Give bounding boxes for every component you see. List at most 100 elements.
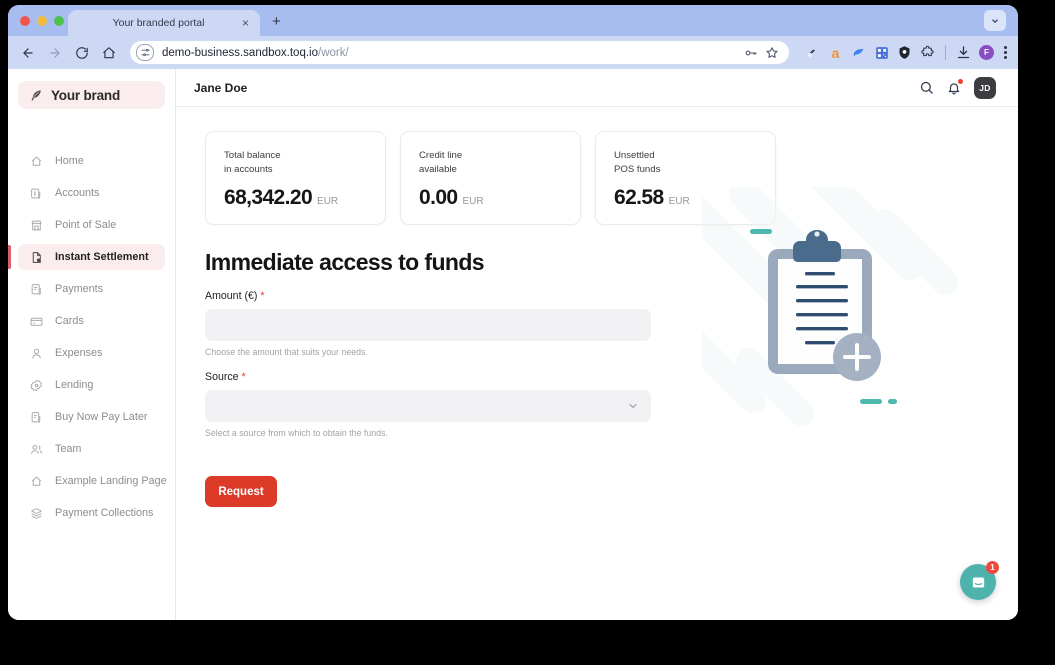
stat-card-unsettled-pos-funds: Unsettled POS funds 62.58 EUR — [595, 131, 776, 225]
store-icon — [30, 218, 44, 232]
browser-tab[interactable]: Your branded portal × — [68, 10, 260, 36]
stat-card-label: Total balance in accounts — [224, 149, 385, 177]
sidebar-item-lending[interactable]: Lending — [18, 372, 165, 398]
sidebar-nav: Home Accounts Point of Sale Instant Sett… — [8, 148, 175, 526]
browser-window: Your branded portal × + demo-business.sa… — [8, 5, 1018, 620]
bnpl-icon — [30, 410, 44, 424]
stat-card-label: Credit line available — [419, 149, 580, 177]
browser-profile-button[interactable]: F — [978, 44, 995, 61]
sidebar-item-expenses[interactable]: Expenses — [18, 340, 165, 366]
sidebar-item-cards[interactable]: Cards — [18, 308, 165, 334]
source-select[interactable] — [205, 390, 651, 422]
home-button[interactable] — [97, 41, 120, 64]
request-button[interactable]: Request — [205, 476, 277, 507]
person-icon — [30, 346, 44, 360]
browser-tab-title: Your branded portal — [112, 17, 205, 29]
stat-card-value: 62.58 — [614, 185, 664, 209]
source-field-group: Source * Select a source from which to o… — [205, 371, 1018, 438]
required-mark: * — [260, 290, 265, 302]
star-icon — [765, 46, 778, 58]
close-window-button[interactable] — [20, 16, 30, 26]
new-tab-button[interactable]: + — [272, 14, 281, 29]
puzzle-icon — [921, 45, 934, 57]
amount-label-text: Amount (€) — [205, 290, 258, 302]
sidebar-item-label: Payment Collections — [55, 507, 154, 519]
browser-menu-button[interactable] — [1001, 46, 1010, 59]
search-icon[interactable] — [918, 80, 934, 96]
payments-icon — [30, 282, 44, 296]
home-outline-icon — [30, 474, 44, 488]
amount-field-hint: Choose the amount that suits your needs. — [205, 347, 368, 357]
chevron-down-icon — [992, 18, 998, 23]
sidebar-item-team[interactable]: Team — [18, 436, 165, 462]
active-indicator — [8, 245, 11, 269]
stat-label-line1: Total balance — [224, 150, 281, 161]
extension-qr-icon[interactable] — [873, 44, 890, 61]
sidebar-item-accounts[interactable]: Accounts — [18, 180, 165, 206]
extensions-puzzle-icon[interactable] — [919, 44, 936, 61]
sidebar-item-point-of-sale[interactable]: Point of Sale — [18, 212, 165, 238]
sidebar-item-label: Accounts — [55, 187, 100, 199]
sidebar-item-example-landing-page[interactable]: Example Landing Page — [18, 468, 167, 494]
sidebar-item-payments[interactable]: Payments — [18, 276, 165, 302]
forward-button[interactable] — [43, 41, 66, 64]
address-bar[interactable]: demo-business.sandbox.toq.io/work/ — [130, 41, 789, 64]
stat-label-line1: Unsettled — [614, 150, 655, 161]
page-title: Immediate access to funds — [205, 249, 485, 275]
password-key-icon[interactable] — [742, 44, 759, 61]
stat-card-total-balance: Total balance in accounts 68,342.20 EUR — [205, 131, 386, 225]
bookmark-star-icon[interactable] — [763, 44, 780, 61]
stats-cards: Total balance in accounts 68,342.20 EUR … — [176, 107, 1018, 225]
browser-toolbar: demo-business.sandbox.toq.io/work/ a F — [8, 36, 1018, 69]
url-path: /work/ — [318, 46, 349, 59]
sidebar-item-label: Home — [55, 155, 84, 167]
chat-widget-button[interactable]: 1 — [960, 561, 999, 600]
avatar[interactable]: JD — [974, 76, 996, 99]
minimize-window-button[interactable] — [37, 16, 47, 26]
stat-card-value-row: 0.00 EUR — [419, 186, 580, 210]
sidebar-item-instant-settlement[interactable]: Instant Settlement — [8, 244, 165, 270]
key-icon — [745, 50, 756, 55]
lending-icon — [30, 378, 44, 392]
stat-card-value: 0.00 — [419, 185, 458, 209]
sidebar-item-payment-collections[interactable]: Payment Collections — [18, 500, 165, 526]
source-field-label: Source * — [205, 371, 1018, 383]
brand-logo[interactable]: Your brand — [18, 81, 165, 109]
close-icon[interactable]: × — [240, 17, 251, 29]
back-button[interactable] — [16, 41, 39, 64]
feather-icon — [31, 90, 41, 100]
amount-field-group: Amount (€) * Choose the amount that suit… — [205, 290, 1018, 357]
stat-label-line2: POS funds — [614, 163, 661, 175]
stat-label-line1: Credit line — [419, 150, 463, 161]
extension-pen-icon[interactable] — [804, 44, 821, 61]
amount-input[interactable] — [205, 309, 651, 341]
reload-icon — [75, 46, 88, 59]
site-settings-icon[interactable] — [136, 44, 154, 61]
sidebar-item-buy-now-pay-later[interactable]: Buy Now Pay Later — [18, 404, 165, 430]
shield-icon — [899, 46, 910, 59]
downloads-button[interactable] — [955, 44, 972, 61]
amount-field-label: Amount (€) * — [205, 290, 1018, 302]
stat-card-value-row: 62.58 EUR — [614, 186, 775, 210]
reload-button[interactable] — [70, 41, 93, 64]
stat-card-value-row: 68,342.20 EUR — [224, 186, 385, 210]
extension-amazon-icon[interactable]: a — [827, 44, 844, 61]
sidebar-item-label: Expenses — [55, 347, 103, 359]
extension-ribbon-icon[interactable] — [850, 44, 867, 61]
extension-shield-icon[interactable] — [896, 44, 913, 61]
stat-card-label: Unsettled POS funds — [614, 149, 775, 177]
sidebar-item-home[interactable]: Home — [18, 148, 165, 174]
chevron-down-icon — [629, 403, 637, 409]
window-traffic-lights — [20, 16, 64, 26]
team-icon — [30, 442, 44, 456]
ribbon-icon — [853, 49, 864, 57]
app-header: Jane Doe JD — [176, 69, 1018, 107]
bell-icon[interactable] — [946, 78, 963, 96]
url-host: demo-business.sandbox.toq.io — [162, 46, 318, 59]
main-content: Jane Doe JD Total balance in accounts 68… — [176, 69, 1018, 620]
tab-list-button[interactable] — [984, 10, 1006, 31]
sidebar-item-label: Example Landing Page — [55, 475, 167, 487]
maximize-window-button[interactable] — [54, 16, 64, 26]
stat-label-line2: available — [419, 163, 457, 175]
sidebar-item-label: Buy Now Pay Later — [55, 411, 148, 423]
